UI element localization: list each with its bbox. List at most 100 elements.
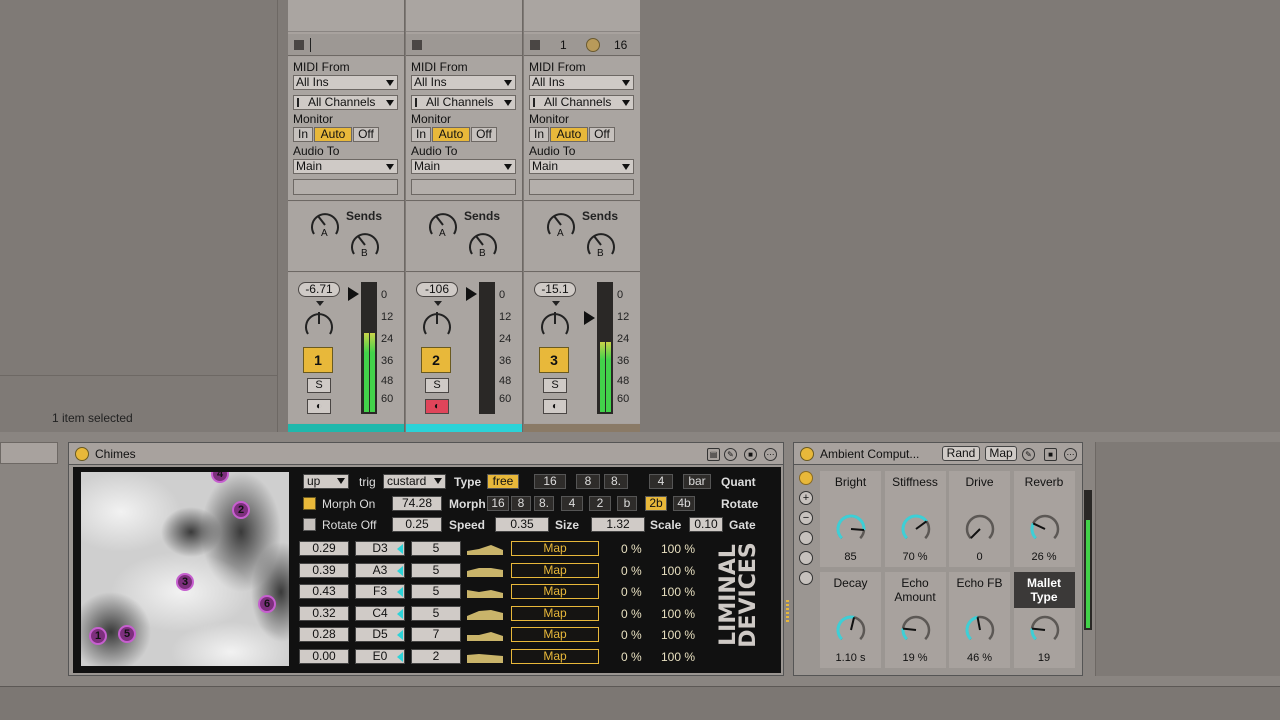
midi-channel-dropdown[interactable]: All Channels [293,95,398,110]
voice-velocity[interactable]: 0.32 [299,605,349,621]
rotate-option-0[interactable]: 16 [487,496,509,511]
macro-knob[interactable] [1029,614,1061,646]
macro-param[interactable]: Decay 1.10 s [820,572,881,668]
midi-from-dropdown[interactable]: All Ins [411,75,516,90]
voice-range-max[interactable]: 100 % [661,585,695,599]
voice-map-button[interactable]: Map [511,562,599,578]
voice-range-min[interactable]: 0 % [621,542,642,556]
monitor-auto-button[interactable]: Auto [550,127,588,142]
voice-map-button[interactable]: Map [511,648,599,664]
list-icon[interactable] [799,571,813,585]
rand-button[interactable]: Rand [942,446,980,461]
type-option-5[interactable]: bar [683,474,711,489]
variations-icon[interactable] [799,531,813,545]
morph-point[interactable]: 3 [176,573,194,591]
voice-velocity[interactable]: 0.00 [299,648,349,664]
edit-icon[interactable]: ✎ [1022,448,1035,461]
send-b-knob[interactable]: B [348,228,382,262]
arm-button[interactable]: ◐ [425,399,449,414]
voice-divisions[interactable]: 7 [411,627,461,642]
chain-icon[interactable] [799,551,813,565]
morph-value[interactable]: 74.28 [392,496,442,511]
map-button[interactable]: Map [985,446,1017,461]
type-option-1[interactable]: 16 [534,474,566,489]
rotate-option-5[interactable]: b [617,496,637,511]
monitor-in-button[interactable]: In [529,127,549,142]
type-option-4[interactable]: 4 [649,474,673,489]
macro-param[interactable]: Drive 0 [949,471,1010,567]
more-icon[interactable]: ⋯ [1064,448,1077,461]
monitor-off-button[interactable]: Off [589,127,615,142]
morph-point[interactable]: 1 [89,627,107,645]
voice-map-button[interactable]: Map [511,605,599,621]
morph-point[interactable]: 2 [232,501,250,519]
clip-slot[interactable] [288,0,404,32]
volume-fader-icon[interactable] [584,311,595,325]
send-a-knob[interactable]: A [544,208,578,242]
audio-to-dropdown[interactable]: Main [411,159,516,174]
macro-knob[interactable] [835,513,867,545]
midi-from-dropdown[interactable]: All Ins [293,75,398,90]
pan-knob[interactable] [538,307,572,341]
rotate-option-3[interactable]: 4 [561,496,583,511]
voice-range-max[interactable]: 100 % [661,650,695,664]
rotate-option-4[interactable]: 2 [589,496,611,511]
save-icon[interactable]: ■ [744,448,757,461]
monitor-off-button[interactable]: Off [471,127,497,142]
voice-map-button[interactable]: Map [511,584,599,599]
morph-xy-pad[interactable]: 423615 [81,472,289,666]
macro-param[interactable]: Echo FB 46 % [949,572,1010,668]
voice-map-button[interactable]: Map [511,627,599,642]
macro-param[interactable]: Reverb 26 % [1013,471,1075,567]
morph-point[interactable]: 6 [258,595,276,613]
scale-value[interactable]: 1.32 [591,517,645,532]
remove-icon[interactable]: − [799,511,813,525]
macro-param[interactable]: Mallet Type 19 [1013,572,1075,668]
midi-channel-dropdown[interactable]: All Channels [411,95,516,110]
macro-knob[interactable] [1029,513,1061,545]
display-icon[interactable]: ▤ [707,448,720,461]
voice-range-max[interactable]: 100 % [661,628,695,642]
voice-divisions[interactable]: 5 [411,541,461,556]
solo-button[interactable]: S [543,378,567,393]
save-icon[interactable]: ■ [1044,448,1057,461]
voice-range-max[interactable]: 100 % [661,607,695,621]
voice-velocity[interactable]: 0.28 [299,627,349,642]
send-a-knob[interactable]: A [308,208,342,242]
macro-param[interactable]: Echo Amount 19 % [884,572,946,668]
monitor-in-button[interactable]: In [411,127,431,142]
send-a-knob[interactable]: A [426,208,460,242]
device-power-button[interactable] [800,447,814,461]
morph-on-toggle[interactable] [303,497,316,510]
voice-divisions[interactable]: 2 [411,648,461,664]
midi-from-dropdown[interactable]: All Ins [529,75,634,90]
arm-button[interactable]: ◐ [543,399,567,414]
arm-button[interactable]: ◐ [307,399,331,414]
track-activator-button[interactable]: 1 [303,347,333,373]
macro-icon[interactable] [799,471,813,485]
morph-point[interactable]: 5 [118,625,136,643]
volume-fader-icon[interactable] [466,287,477,301]
device-power-button[interactable] [75,447,89,461]
voice-divisions[interactable]: 5 [411,605,461,621]
volume-display[interactable]: -15.1 [534,282,576,297]
midi-channel-dropdown[interactable]: All Channels [529,95,634,110]
monitor-in-button[interactable]: In [293,127,313,142]
macro-knob[interactable] [900,614,932,646]
voice-range-min[interactable]: 0 % [621,628,642,642]
record-icon[interactable] [586,38,600,52]
macro-knob[interactable] [964,614,996,646]
add-icon[interactable]: + [799,491,813,505]
voice-velocity[interactable]: 0.39 [299,562,349,578]
type-option-0[interactable]: free [487,474,519,489]
send-b-knob[interactable]: B [466,228,500,262]
audio-to-dropdown[interactable]: Main [293,159,398,174]
monitor-auto-button[interactable]: Auto [432,127,470,142]
send-b-knob[interactable]: B [584,228,618,262]
voice-range-max[interactable]: 100 % [661,542,695,556]
output-channel-field[interactable] [529,179,634,195]
more-icon[interactable]: ⋯ [764,448,777,461]
device-empty-slot[interactable] [1095,442,1280,676]
stop-all-clips-icon[interactable] [294,40,304,50]
pan-knob[interactable] [420,307,454,341]
